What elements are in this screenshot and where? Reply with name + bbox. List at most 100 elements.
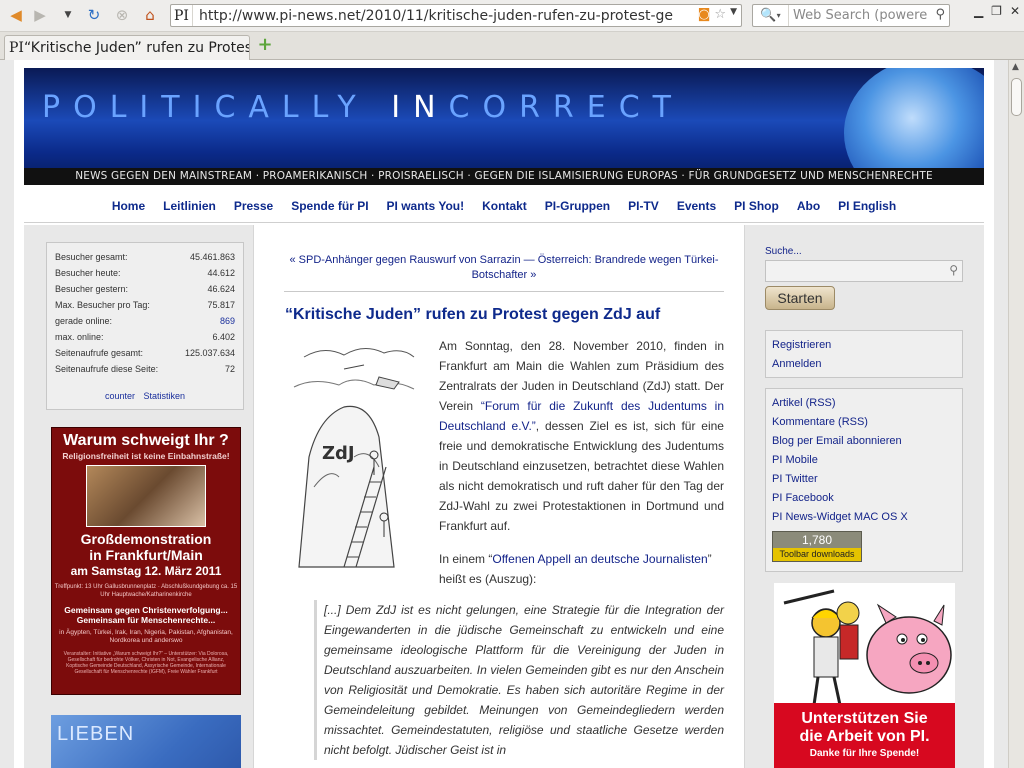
nav-pi-tv[interactable]: PI-TV (619, 199, 668, 213)
banner-meeting-point: Treffpunkt: 13 Uhr Gallusbrunnenplatz · … (54, 584, 238, 598)
web-search-input[interactable]: Web Search (powered by Google) (789, 8, 927, 23)
banner-headline: Großdemonstration (80, 531, 212, 547)
search-go-icon[interactable]: ⚲ (935, 7, 945, 22)
nav-spende[interactable]: Spende für PI (282, 199, 377, 213)
new-tab-icon[interactable]: + (256, 36, 274, 55)
search-engine-selector[interactable]: 🔍 ▾ (753, 5, 789, 26)
banner-title: Warum schweigt Ihr ? (63, 432, 229, 449)
close-window-icon[interactable]: ✕ (1010, 4, 1020, 18)
web-search-bar[interactable]: 🔍▾ Web Search (powered by Google) ⚲ (752, 4, 950, 27)
star-icon[interactable]: ☆ (714, 7, 726, 22)
support-pi-banner[interactable]: Unterstützen Sie die Arbeit von PI. Dank… (774, 583, 955, 768)
support-banner-text: Unterstützen Sie die Arbeit von PI. Dank… (774, 703, 955, 768)
tab-title: “Kritische Juden” rufen zu Protest gegen… (23, 40, 249, 56)
main-navigation: Home Leitlinien Presse Spende für PI PI … (24, 190, 984, 223)
statistiken-link[interactable]: Statistiken (144, 391, 186, 401)
lieben-banner-text: LIEBEN (57, 723, 135, 745)
tab-active[interactable]: PI “Kritische Juden” rufen zu Protest ge… (4, 35, 250, 60)
stat-row: Besucher heute: 44.612 (55, 268, 235, 278)
magnifier-icon: 🔍 (760, 8, 777, 23)
nav-kontakt[interactable]: Kontakt (473, 199, 536, 213)
nav-home[interactable]: Home (103, 199, 154, 213)
appeal-link[interactable]: Offenen Appell an deutsche Journalisten (492, 552, 707, 566)
nav-abo[interactable]: Abo (788, 199, 829, 213)
site-logo[interactable]: POLITICALLY INCORRECT (42, 90, 684, 125)
right-sidebar: Suche... ⚲ Starten Registrieren Anmelden… (744, 225, 984, 768)
banner-countries: in Ägypten, Türkei, Irak, Iran, Nigeria,… (59, 629, 233, 644)
banner-motto: Gemeinsam gegen Christenverfolgung... Gem… (64, 605, 228, 625)
article-body: Am Sonntag, den 28. November 2010, finde… (439, 339, 725, 533)
stat-row: Seitenaufrufe gesamt: 125.037.634 (55, 348, 235, 358)
rss-icon[interactable]: ◙ (698, 7, 711, 22)
stat-row: gerade online: 869 (55, 313, 235, 329)
pi-twitter-link[interactable]: PI Twitter (772, 470, 956, 489)
counter-link[interactable]: counter (105, 391, 135, 401)
search-submit-button[interactable]: Starten (765, 286, 835, 310)
search-icon: ⚲ (949, 263, 958, 277)
banner-subtitle: Religionsfreiheit ist keine Einbahnstraß… (62, 451, 230, 461)
comments-rss-link[interactable]: Kommentare (RSS) (772, 413, 956, 432)
article-title[interactable]: “Kritische Juden” rufen zu Protest gegen… (285, 306, 660, 324)
forward-icon[interactable]: ▶ (28, 4, 52, 26)
feeds-links-box: Artikel (RSS) Kommentare (RSS) Blog per … (765, 388, 963, 572)
account-box: Registrieren Anmelden (765, 330, 963, 378)
email-subscribe-link[interactable]: Blog per Email abonnieren (772, 432, 956, 451)
nav-presse[interactable]: Presse (225, 199, 282, 213)
pig-cartoon-graphic (774, 583, 955, 708)
stat-row: Seitenaufrufe diese Seite: 72 (55, 364, 235, 374)
cartoon-zdj-label: ZdJ (322, 443, 355, 464)
stat-row: Max. Besucher pro Tag: 75.817 (55, 300, 235, 310)
nav-pi-gruppen[interactable]: PI-Gruppen (536, 199, 619, 213)
back-icon[interactable]: ◀ (4, 4, 28, 26)
url-text[interactable]: http://www.pi-news.net/2010/11/kritische… (193, 8, 673, 24)
left-sidebar: Besucher gesamt: 45.461.863 Besucher heut… (24, 225, 254, 768)
page-viewport: POLITICALLY INCORRECT NEWS GEGEN DEN MAI… (0, 60, 1008, 768)
cartoon-illustration: ZdJ (284, 337, 424, 569)
minimize-icon[interactable]: ▁ (974, 4, 983, 18)
nav-pi-wants-you[interactable]: PI wants You! (378, 199, 474, 213)
visitor-stats-box: Besucher gesamt: 45.461.863 Besucher heut… (46, 242, 244, 410)
register-link[interactable]: Registrieren (772, 336, 956, 355)
banner-fineprint: Veranstalter: Initiative „Warum schweigt… (63, 651, 229, 675)
tab-bar: PI “Kritische Juden” rufen zu Protest ge… (0, 32, 1024, 60)
banner-date: am Samstag 12. März 2011 (70, 564, 222, 578)
banner-photo (86, 465, 206, 527)
history-dropdown-icon[interactable]: ▼ (56, 4, 80, 26)
nav-pi-shop[interactable]: PI Shop (725, 199, 788, 213)
post-navigation: « SPD-Anhänger gegen Rauswurf von Sarraz… (284, 253, 724, 292)
scroll-thumb[interactable] (1011, 78, 1022, 116)
banner-headline: in Frankfurt/Main (89, 547, 203, 563)
url-dropdown-icon[interactable]: ▼ (730, 7, 737, 22)
stat-row: Besucher gesamt: 45.461.863 (55, 252, 235, 262)
stop-icon[interactable]: ⊗ (110, 4, 134, 26)
tab-favicon-icon: PI (9, 40, 24, 56)
download-count-label: Toolbar downloads (773, 548, 861, 561)
nav-leitlinien[interactable]: Leitlinien (154, 199, 225, 213)
site-search-label: Suche... (765, 246, 802, 257)
home-icon[interactable]: ⌂ (138, 4, 162, 26)
page-scrollbar[interactable]: ▲ (1008, 60, 1024, 768)
toolbar-download-counter[interactable]: 1,780 Toolbar downloads (772, 531, 862, 562)
articles-rss-link[interactable]: Artikel (RSS) (772, 394, 956, 413)
maximize-icon[interactable]: ❐ (991, 4, 1002, 18)
reload-icon[interactable]: ↻ (82, 4, 106, 26)
pi-mobile-link[interactable]: PI Mobile (772, 451, 956, 470)
news-widget-link[interactable]: PI News-Widget MAC OS X (772, 508, 956, 527)
nav-pi-english[interactable]: PI English (829, 199, 905, 213)
site-tagline: NEWS GEGEN DEN MAINSTREAM · PROAMERIKANI… (24, 168, 984, 185)
demonstration-banner[interactable]: Warum schweigt Ihr ? Religionsfreiheit i… (51, 427, 241, 695)
login-link[interactable]: Anmelden (772, 355, 956, 374)
prev-post-link[interactable]: « SPD-Anhänger gegen Rauswurf von Sarraz… (289, 254, 520, 266)
lieben-banner[interactable]: LIEBEN (51, 715, 241, 768)
online-count-link[interactable]: 869 (220, 313, 235, 329)
article-content: « SPD-Anhänger gegen Rauswurf von Sarraz… (264, 225, 744, 768)
site-search-input[interactable]: ⚲ (765, 260, 963, 282)
nav-events[interactable]: Events (668, 199, 725, 213)
site-header[interactable]: POLITICALLY INCORRECT NEWS GEGEN DEN MAI… (24, 68, 984, 185)
page-container: POLITICALLY INCORRECT NEWS GEGEN DEN MAI… (14, 60, 994, 768)
article-blockquote: [...] Dem ZdJ ist es nicht gelungen, ein… (314, 600, 724, 760)
browser-toolbar: ◀ ▶ ▼ ↻ ⊗ ⌂ PI http://www.pi-news.net/20… (0, 0, 1024, 32)
scroll-up-icon[interactable]: ▲ (1012, 62, 1019, 72)
pi-facebook-link[interactable]: PI Facebook (772, 489, 956, 508)
url-bar[interactable]: PI http://www.pi-news.net/2010/11/kritis… (170, 4, 742, 27)
